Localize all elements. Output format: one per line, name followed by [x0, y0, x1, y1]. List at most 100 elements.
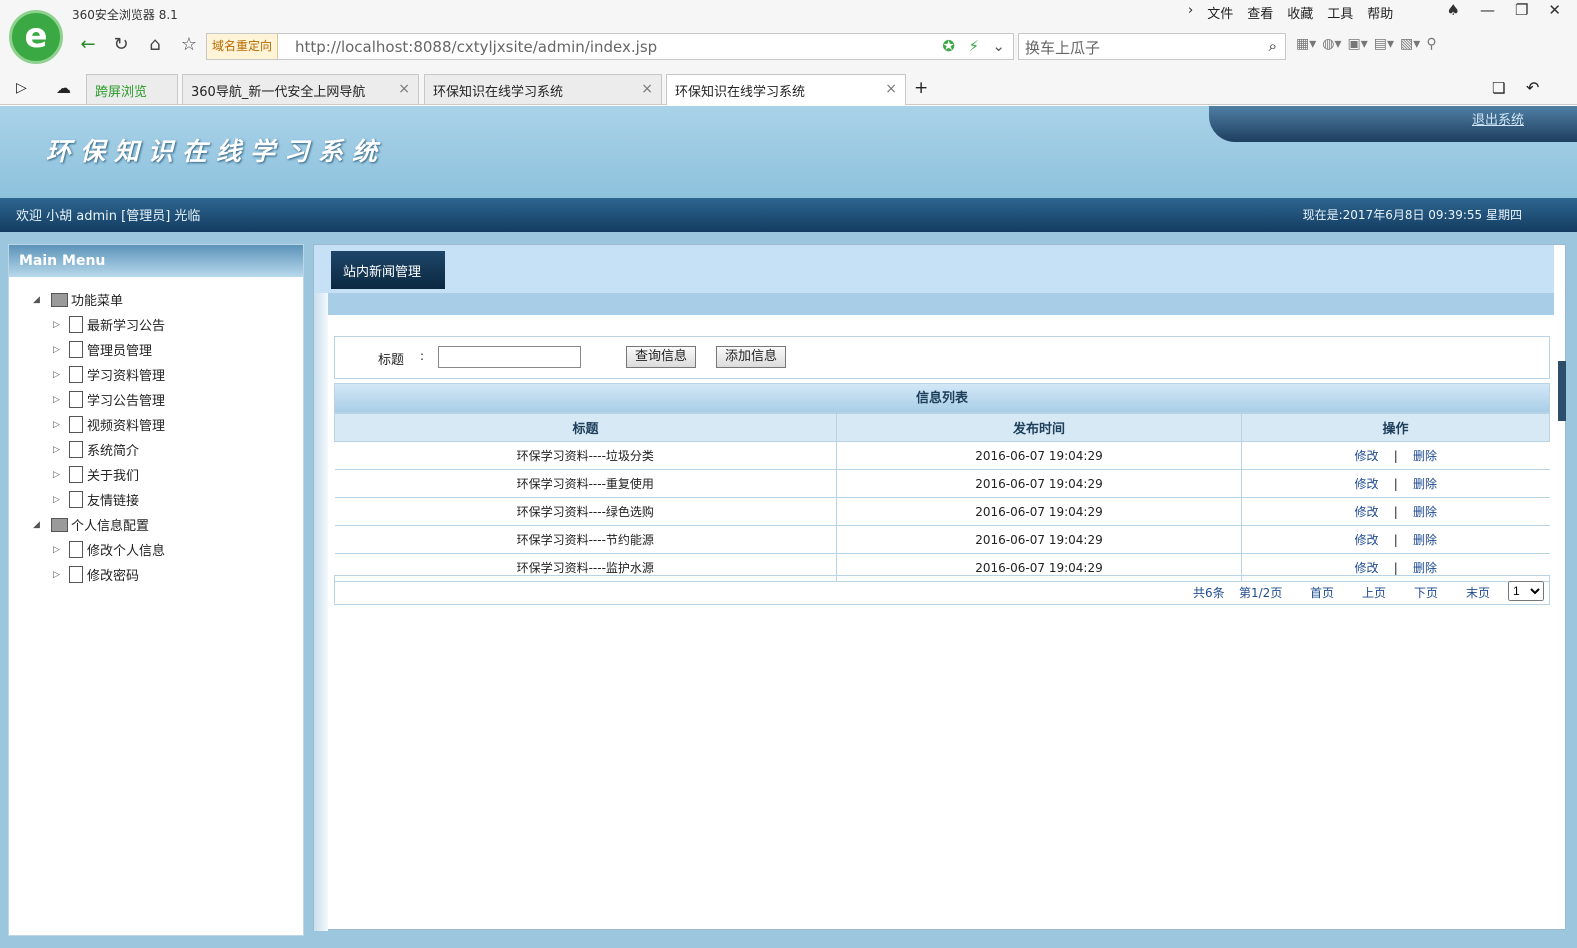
- menu-help[interactable]: 帮助: [1367, 3, 1393, 22]
- delete-link[interactable]: 删除: [1413, 561, 1437, 575]
- sidebar-item-label: 友情链接: [87, 494, 140, 509]
- zoom-icon[interactable]: ⚲: [1426, 36, 1436, 52]
- edit-link[interactable]: 修改: [1354, 477, 1378, 491]
- collapsed-icon: ▷: [53, 394, 60, 405]
- back-icon[interactable]: ←: [77, 34, 99, 55]
- sidebar-item-latest-notice[interactable]: ▷ 最新学习公告: [33, 312, 303, 337]
- tab-label: 环保知识在线学习系统: [675, 85, 806, 100]
- close-tab-icon[interactable]: ×: [641, 81, 653, 97]
- tab-news-management[interactable]: 站内新闻管理: [331, 251, 445, 289]
- new-tab-icon[interactable]: +: [914, 78, 928, 98]
- close-window-icon[interactable]: ✕: [1548, 1, 1561, 19]
- apps-icon[interactable]: ▦▾: [1296, 36, 1316, 52]
- skin-icon[interactable]: ♠: [1447, 1, 1460, 19]
- row-actions: 修改 | 删除: [1241, 441, 1550, 470]
- tree-group-label: 个人信息配置: [71, 519, 150, 534]
- document-icon: [69, 366, 83, 383]
- prev-page-link[interactable]: 上页: [1362, 584, 1386, 601]
- menu-favorites[interactable]: 收藏: [1287, 3, 1313, 22]
- title-search-input[interactable]: [438, 346, 581, 368]
- first-page-link[interactable]: 首页: [1310, 584, 1334, 601]
- sidebar-item-admin[interactable]: ▷ 管理员管理: [33, 337, 303, 362]
- sidebar-item-notices[interactable]: ▷ 学习公告管理: [33, 387, 303, 412]
- menu-tools[interactable]: 工具: [1327, 3, 1353, 22]
- tab-label: 环保知识在线学习系统: [433, 85, 564, 100]
- table-row: 环保学习资料----节约能源 2016-06-07 19:04:29 修改 | …: [334, 525, 1550, 554]
- translate-icon[interactable]: ◍▾: [1322, 36, 1341, 52]
- delete-link[interactable]: 删除: [1413, 449, 1437, 463]
- menu-file[interactable]: 文件: [1207, 3, 1233, 22]
- redirect-badge[interactable]: 域名重定向: [207, 34, 279, 59]
- sidebar-item-links[interactable]: ▷ 友情链接: [33, 487, 303, 512]
- logout-link[interactable]: 退出系统: [1472, 109, 1524, 128]
- sidebar-item-intro[interactable]: ▷ 系统简介: [33, 437, 303, 462]
- url-text[interactable]: http://localhost:8088/cxtyljxsite/admin/…: [295, 38, 657, 56]
- tab-360-nav[interactable]: 360导航_新一代安全上网导航 ×: [182, 74, 419, 104]
- tree-group-personal[interactable]: ◢ 个人信息配置: [33, 512, 303, 537]
- document-icon: [69, 441, 83, 458]
- menu-chevron-icon[interactable]: ›: [1188, 3, 1193, 22]
- sidebar-item-edit-profile[interactable]: ▷ 修改个人信息: [33, 537, 303, 562]
- dropdown-icon[interactable]: ⌄: [992, 37, 1005, 55]
- search-form: 标题 : 查询信息 添加信息: [334, 336, 1550, 379]
- menu-view[interactable]: 查看: [1247, 3, 1273, 22]
- collapsed-icon: ▷: [53, 444, 60, 455]
- last-page-link[interactable]: 末页: [1466, 584, 1490, 601]
- refresh-icon[interactable]: ↻: [110, 34, 132, 55]
- lightning-icon[interactable]: ⚡: [968, 37, 979, 55]
- add-button[interactable]: 添加信息: [716, 346, 787, 368]
- search-text[interactable]: 换车上瓜子: [1025, 37, 1100, 58]
- address-bar[interactable]: 域名重定向 http://localhost:8088/cxtyljxsite/…: [206, 33, 1014, 60]
- delete-link[interactable]: 删除: [1413, 533, 1437, 547]
- sidebar-item-materials[interactable]: ▷ 学习资料管理: [33, 362, 303, 387]
- star-icon[interactable]: ☆: [178, 34, 200, 55]
- sidebar-item-label: 关于我们: [87, 469, 140, 484]
- document-icon: [69, 391, 83, 408]
- home-icon[interactable]: ⌂: [144, 34, 166, 55]
- expanded-icon[interactable]: ◢: [33, 295, 47, 305]
- tab-cross-screen[interactable]: 跨屏浏览: [86, 74, 178, 104]
- next-page-link[interactable]: 下页: [1414, 584, 1438, 601]
- restore-tabs-icon[interactable]: ❏: [1492, 79, 1505, 97]
- row-title: 环保学习资料----节约能源: [334, 525, 837, 554]
- row-title: 环保学习资料----重复使用: [334, 469, 837, 498]
- maximize-icon[interactable]: ❐: [1515, 1, 1528, 19]
- sidebar-item-about[interactable]: ▷ 关于我们: [33, 462, 303, 487]
- header-action: 操作: [1241, 413, 1550, 442]
- edit-link[interactable]: 修改: [1354, 505, 1378, 519]
- window-controls: ♠ — ❐ ✕: [1447, 1, 1561, 19]
- edit-link[interactable]: 修改: [1354, 533, 1378, 547]
- undo-close-icon[interactable]: ↶: [1526, 78, 1539, 97]
- total-count: 共6条: [1193, 586, 1225, 600]
- collapsed-icon: ▷: [53, 319, 60, 330]
- title-label: 标题: [378, 353, 405, 368]
- tab-learning-active[interactable]: 环保知识在线学习系统 ×: [666, 74, 906, 105]
- image-icon[interactable]: ▧▾: [1400, 36, 1420, 52]
- query-button[interactable]: 查询信息: [626, 346, 697, 368]
- tree-group-functions[interactable]: ◢ 功能菜单: [33, 287, 303, 312]
- minimize-icon[interactable]: —: [1480, 1, 1495, 19]
- speed-icon[interactable]: ✪: [942, 37, 955, 55]
- page-select[interactable]: 1: [1508, 581, 1544, 601]
- expanded-icon[interactable]: ◢: [33, 520, 47, 530]
- menu-tree: ◢ 功能菜单 ▷ 最新学习公告 ▷ 管理员管理 ▷ 学习资料管理 ▷ 学习公告管理 ▷ 视频…: [9, 277, 303, 587]
- search-icon[interactable]: ⌕: [1269, 37, 1277, 55]
- close-tab-icon[interactable]: ×: [398, 81, 410, 97]
- cloud-icon[interactable]: ☁: [56, 79, 71, 97]
- sidebar-toggle-icon[interactable]: ▷: [16, 80, 27, 96]
- sidebar-item-change-password[interactable]: ▷ 修改密码: [33, 562, 303, 587]
- row-title: 环保学习资料----垃圾分类: [334, 441, 837, 470]
- edit-link[interactable]: 修改: [1354, 449, 1378, 463]
- pdf-icon[interactable]: ▣▾: [1348, 36, 1368, 52]
- sidebar-item-videos[interactable]: ▷ 视频资料管理: [33, 412, 303, 437]
- delete-link[interactable]: 删除: [1413, 477, 1437, 491]
- delete-link[interactable]: 删除: [1413, 505, 1437, 519]
- header-title: 标题: [334, 413, 837, 442]
- screenshot-icon[interactable]: ▤▾: [1374, 36, 1394, 52]
- tab-learning-1[interactable]: 环保知识在线学习系统 ×: [424, 74, 662, 104]
- edit-link[interactable]: 修改: [1354, 561, 1378, 575]
- browser-logo-icon: e: [9, 10, 63, 64]
- close-tab-icon[interactable]: ×: [885, 81, 897, 97]
- document-icon: [69, 466, 83, 483]
- search-box[interactable]: 换车上瓜子 ⌕: [1018, 33, 1286, 60]
